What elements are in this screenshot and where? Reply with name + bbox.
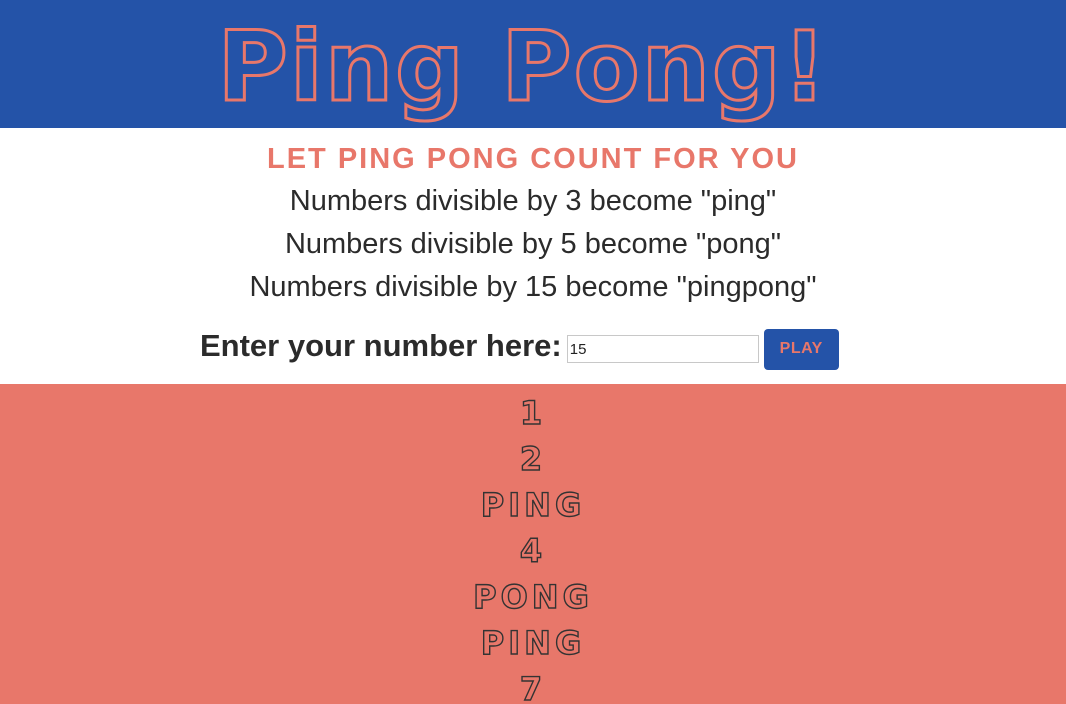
- results-section: 1 2 PING 4 PONG PING 7: [0, 384, 1066, 704]
- result-text: PING: [480, 623, 586, 662]
- page-title: Ping Pong! Ping Pong!: [216, 10, 828, 125]
- results-list: 1 2 PING 4 PONG PING 7: [0, 390, 1066, 704]
- result-text: 1: [519, 393, 547, 432]
- tagline: LET PING PONG COUNT FOR YOU: [267, 143, 799, 175]
- rule-pingpong: Numbers divisible by 15 become "pingpong…: [249, 271, 817, 303]
- play-button[interactable]: PLAY: [763, 328, 839, 370]
- list-item: 4: [0, 528, 1066, 574]
- list-item: 2: [0, 436, 1066, 482]
- list-item: 1: [0, 390, 1066, 436]
- header-banner: Ping Pong! Ping Pong!: [0, 0, 1066, 128]
- number-form: Enter your number here: PLAY: [200, 324, 839, 370]
- list-item: 7: [0, 666, 1066, 704]
- result-text: PONG: [472, 577, 593, 616]
- list-item: PING: [0, 482, 1066, 528]
- number-label: Enter your number here:: [200, 328, 562, 363]
- list-item: PING: [0, 620, 1066, 666]
- result-text: PING: [480, 485, 586, 524]
- result-text: 4: [519, 531, 547, 570]
- number-input[interactable]: [566, 335, 759, 363]
- rule-pong: Numbers divisible by 5 become "pong": [284, 228, 782, 260]
- rule-ping: Numbers divisible by 3 become "ping": [289, 185, 777, 217]
- result-text: 7: [519, 669, 547, 704]
- result-text: 2: [519, 439, 547, 478]
- list-item: PONG: [0, 574, 1066, 620]
- intro-section: LET PING PONG COUNT FOR YOU Numbers divi…: [0, 128, 1066, 384]
